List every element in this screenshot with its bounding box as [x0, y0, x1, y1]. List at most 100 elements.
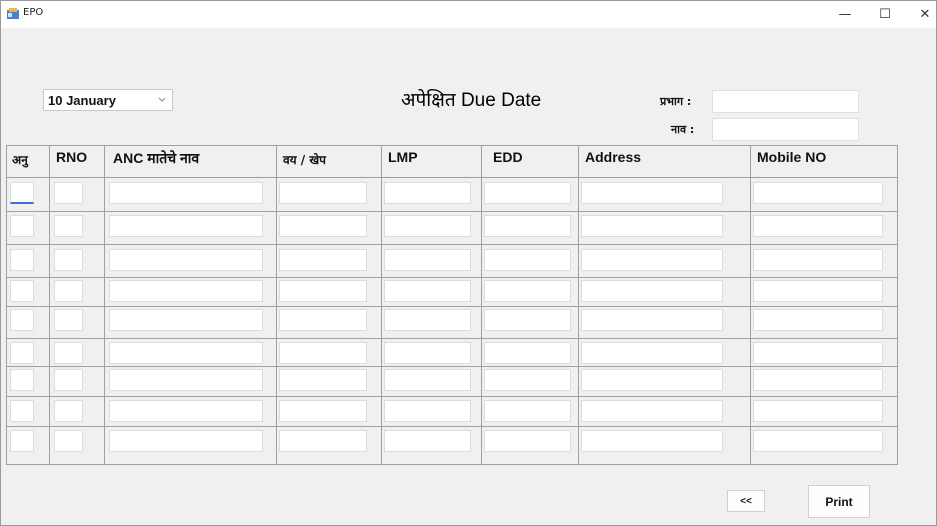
cell-anc-name-input[interactable]: [109, 249, 263, 271]
cell-rno-input[interactable]: [54, 215, 83, 237]
cell-edd-input[interactable]: [484, 309, 571, 331]
cell-lmp-input[interactable]: [384, 369, 471, 391]
date-dropdown[interactable]: 10 January: [43, 89, 173, 111]
cell-rno-input[interactable]: [54, 280, 83, 302]
cell-address-input[interactable]: [581, 182, 723, 204]
column-header-lmp: LMP: [388, 149, 418, 165]
cell-mobile-input[interactable]: [753, 430, 883, 452]
cell-address-input[interactable]: [581, 342, 723, 364]
column-divider: [49, 145, 50, 465]
column-header-edd: EDD: [493, 149, 523, 165]
cell-mobile-input[interactable]: [753, 400, 883, 422]
cell-lmp-input[interactable]: [384, 430, 471, 452]
cell-address-input[interactable]: [581, 400, 723, 422]
cell-anu-input[interactable]: [10, 342, 34, 364]
cell-rno-input[interactable]: [54, 400, 83, 422]
cell-lmp-input[interactable]: [384, 280, 471, 302]
cell-rno-input[interactable]: [54, 309, 83, 331]
close-button[interactable]: ✕: [905, 1, 937, 28]
cell-anc-name-input[interactable]: [109, 430, 263, 452]
cell-anu-input[interactable]: [10, 369, 34, 391]
row-divider: [6, 338, 898, 339]
cell-lmp-input[interactable]: [384, 182, 471, 204]
column-divider: [481, 145, 482, 465]
cell-anc-name-input[interactable]: [109, 280, 263, 302]
cell-anu-input[interactable]: [10, 280, 34, 302]
column-header-rno: RNO: [56, 149, 88, 165]
cell-age-input[interactable]: [279, 400, 367, 422]
cell-anc-name-input[interactable]: [109, 342, 263, 364]
cell-rno-input[interactable]: [54, 342, 83, 364]
cell-mobile-input[interactable]: [753, 369, 883, 391]
cell-age-input[interactable]: [279, 280, 367, 302]
cell-edd-input[interactable]: [484, 342, 571, 364]
cell-anc-name-input[interactable]: [109, 309, 263, 331]
cell-lmp-input[interactable]: [384, 309, 471, 331]
print-button[interactable]: Print: [808, 485, 870, 518]
row-divider: [6, 366, 898, 367]
cell-address-input[interactable]: [581, 430, 723, 452]
column-header-anu: अनु: [12, 153, 28, 167]
naav-input[interactable]: [712, 118, 859, 141]
page-title: अपेक्षित Due Date: [401, 90, 542, 111]
cell-age-input[interactable]: [279, 430, 367, 452]
cell-edd-input[interactable]: [484, 430, 571, 452]
cell-rno-input[interactable]: [54, 430, 83, 452]
row-divider: [6, 426, 898, 427]
cell-anu-input[interactable]: [10, 182, 34, 204]
column-header-mobile: Mobile NO: [757, 149, 827, 165]
cell-age-input[interactable]: [279, 249, 367, 271]
cell-address-input[interactable]: [581, 309, 723, 331]
minimize-button[interactable]: —: [825, 1, 865, 28]
cell-age-input[interactable]: [279, 309, 367, 331]
cell-age-input[interactable]: [279, 215, 367, 237]
cell-anc-name-input[interactable]: [109, 182, 263, 204]
cell-anu-input[interactable]: [10, 400, 34, 422]
row-divider: [6, 211, 898, 212]
cell-edd-input[interactable]: [484, 369, 571, 391]
cell-edd-input[interactable]: [484, 182, 571, 204]
column-header-age: वय / खेप: [283, 153, 327, 167]
cell-rno-input[interactable]: [54, 182, 83, 204]
cell-mobile-input[interactable]: [753, 280, 883, 302]
cell-anc-name-input[interactable]: [109, 215, 263, 237]
cell-lmp-input[interactable]: [384, 400, 471, 422]
prabhag-label: प्रभाग :: [660, 95, 692, 108]
maximize-button[interactable]: ☐: [865, 1, 905, 28]
chevron-down-icon: [158, 97, 166, 102]
cell-mobile-input[interactable]: [753, 309, 883, 331]
cell-age-input[interactable]: [279, 369, 367, 391]
cell-lmp-input[interactable]: [384, 215, 471, 237]
cell-anu-input[interactable]: [10, 215, 34, 237]
cell-mobile-input[interactable]: [753, 342, 883, 364]
cell-anc-name-input[interactable]: [109, 369, 263, 391]
cell-mobile-input[interactable]: [753, 249, 883, 271]
cell-address-input[interactable]: [581, 249, 723, 271]
cell-address-input[interactable]: [581, 215, 723, 237]
cell-edd-input[interactable]: [484, 400, 571, 422]
cell-anu-input[interactable]: [10, 249, 34, 271]
row-divider: [6, 177, 898, 178]
cell-edd-input[interactable]: [484, 215, 571, 237]
cell-lmp-input[interactable]: [384, 342, 471, 364]
back-button[interactable]: <<: [727, 490, 765, 512]
title-bar: EPO — ☐ ✕: [1, 1, 936, 28]
cell-address-input[interactable]: [581, 280, 723, 302]
cell-rno-input[interactable]: [54, 249, 83, 271]
cell-edd-input[interactable]: [484, 249, 571, 271]
cell-edd-input[interactable]: [484, 280, 571, 302]
cell-mobile-input[interactable]: [753, 182, 883, 204]
cell-age-input[interactable]: [279, 182, 367, 204]
naav-label: नाव :: [671, 123, 695, 136]
cell-rno-input[interactable]: [54, 369, 83, 391]
row-divider: [6, 306, 898, 307]
cell-age-input[interactable]: [279, 342, 367, 364]
cell-mobile-input[interactable]: [753, 215, 883, 237]
cell-anc-name-input[interactable]: [109, 400, 263, 422]
cell-address-input[interactable]: [581, 369, 723, 391]
date-dropdown-value: 10 January: [48, 93, 116, 108]
prabhag-input[interactable]: [712, 90, 859, 113]
cell-anu-input[interactable]: [10, 309, 34, 331]
cell-lmp-input[interactable]: [384, 249, 471, 271]
cell-anu-input[interactable]: [10, 430, 34, 452]
